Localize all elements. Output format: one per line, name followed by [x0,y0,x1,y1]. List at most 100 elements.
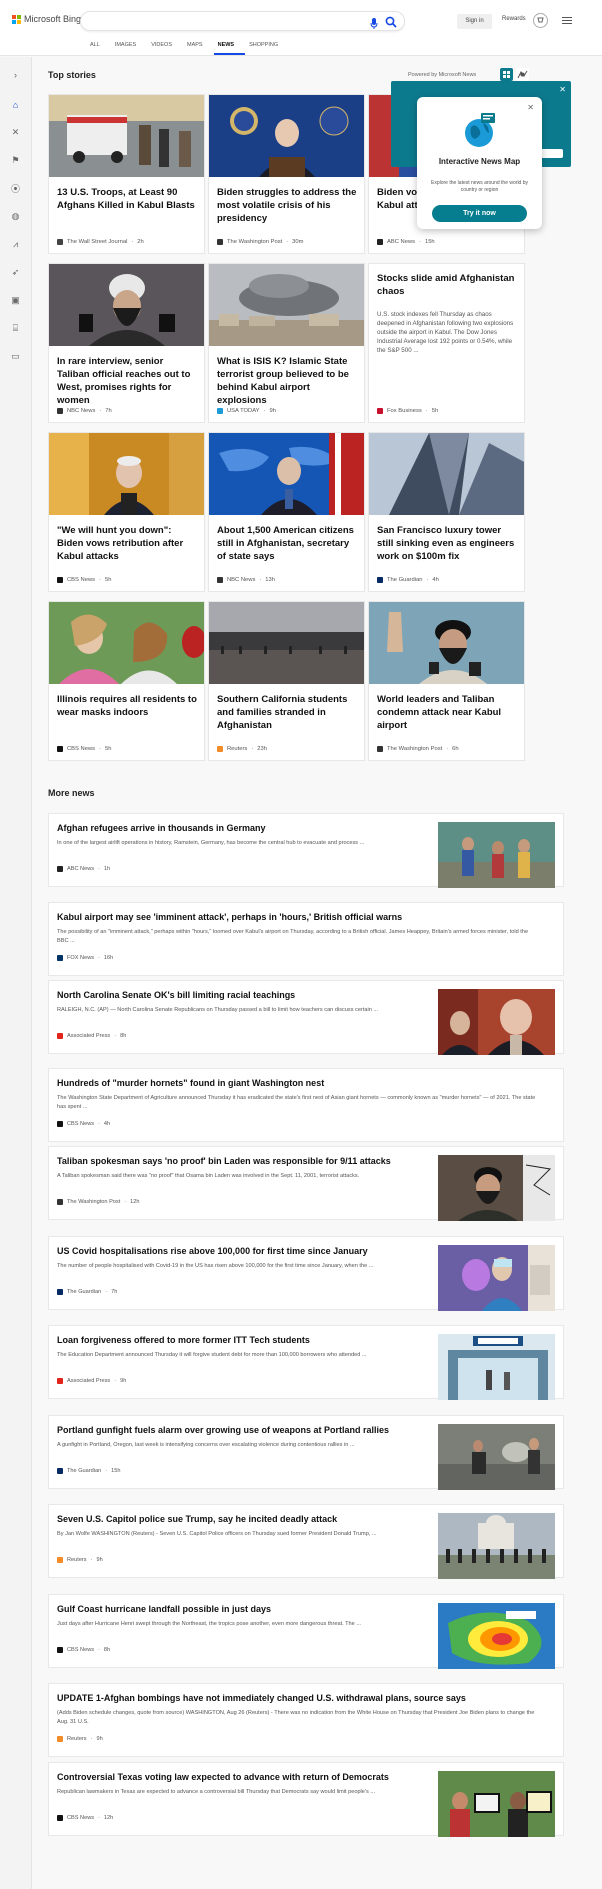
top-story-card[interactable]: "We will hunt you down": Biden vows retr… [48,432,205,592]
story-image[interactable] [49,433,204,515]
more-news-item[interactable]: Loan forgiveness offered to more former … [48,1325,564,1400]
sports-icon[interactable]: ✕ [10,127,21,138]
news-source[interactable]: The Washington Post · 12h [57,1199,140,1205]
sign-in-button[interactable]: Sign in [457,14,492,29]
more-news-item[interactable]: Portland gunfight fuels alarm over growi… [48,1415,564,1490]
news-title[interactable]: Controversial Texas voting law expected … [57,1771,397,1783]
story-title[interactable]: About 1,500 American citizens still in A… [217,524,357,563]
news-source[interactable]: CBS News · 4h [57,1121,110,1127]
news-thumbnail[interactable] [438,822,555,888]
story-title[interactable]: San Francisco luxury tower still sinking… [377,524,517,563]
rocket-icon[interactable]: ➶ [10,267,21,278]
story-source[interactable]: The Washington Post · 6h [377,746,459,752]
search-box[interactable] [80,11,405,31]
bing-logo[interactable]: Microsoft Bing [12,14,81,24]
news-title[interactable]: Loan forgiveness offered to more former … [57,1334,397,1346]
tab-maps[interactable]: MAPS [183,41,214,55]
film-icon[interactable]: ▣ [10,295,21,306]
top-story-card[interactable]: Southern California students and familie… [208,601,365,761]
story-source[interactable]: NBC News · 13h [217,577,275,583]
menu-icon[interactable] [562,17,572,26]
story-source[interactable]: CBS News · 5h [57,746,111,752]
top-story-card[interactable]: Illinois requires all residents to wear … [48,601,205,761]
story-title[interactable]: Stocks slide amid Afghanistan chaos [377,272,517,298]
story-title[interactable]: 13 U.S. Troops, at Least 90 Afghans Kill… [57,186,197,212]
news-thumbnail[interactable] [438,1603,555,1669]
story-title[interactable]: Illinois requires all residents to wear … [57,693,197,719]
tab-videos[interactable]: VIDEOS [147,41,183,55]
microphone-icon[interactable] [370,16,378,34]
news-source[interactable]: Reuters · 9h [57,1557,103,1563]
more-news-item[interactable]: US Covid hospitalisations rise above 100… [48,1236,564,1311]
news-title[interactable]: Hundreds of "murder hornets" found in gi… [57,1077,537,1089]
story-title[interactable]: Biden struggles to address the most vola… [217,186,357,225]
more-news-item[interactable]: North Carolina Senate OK's bill limiting… [48,980,564,1055]
news-title[interactable]: US Covid hospitalisations rise above 100… [57,1245,397,1257]
tab-images[interactable]: IMAGES [111,41,147,55]
story-source[interactable]: ABC News · 15h [377,239,435,245]
story-source[interactable]: The Guardian · 4h [377,577,439,583]
story-image[interactable] [209,433,364,515]
chart-icon[interactable]: ⩘ [10,239,21,250]
top-story-card[interactable]: What is ISIS K? Islamic State terrorist … [208,263,365,423]
news-title[interactable]: Kabul airport may see 'imminent attack',… [57,911,537,923]
news-title[interactable]: Seven U.S. Capitol police sue Trump, say… [57,1513,397,1525]
story-image[interactable] [209,264,364,346]
news-thumbnail[interactable] [438,1334,555,1400]
news-title[interactable]: UPDATE 1-Afghan bombings have not immedi… [57,1692,537,1704]
top-story-card[interactable]: Biden struggles to address the most vola… [208,94,365,254]
story-image[interactable] [369,602,524,684]
story-image[interactable] [49,602,204,684]
story-source[interactable]: USA TODAY · 9h [217,408,276,414]
story-source[interactable]: Reuters · 23h [217,746,267,752]
top-story-card[interactable]: World leaders and Taliban condemn attack… [368,601,525,761]
news-source[interactable]: The Guardian · 15h [57,1468,120,1474]
story-title[interactable]: Southern California students and familie… [217,693,357,732]
news-source[interactable]: CBS News · 12h [57,1815,113,1821]
story-title[interactable]: "We will hunt you down": Biden vows retr… [57,524,197,563]
more-news-item[interactable]: Taliban spokesman says 'no proof' bin La… [48,1146,564,1221]
news-title[interactable]: Gulf Coast hurricane landfall possible i… [57,1603,397,1615]
more-news-item[interactable]: Hundreds of "murder hornets" found in gi… [48,1068,564,1142]
more-news-item[interactable]: Controversial Texas voting law expected … [48,1762,564,1837]
flag-icon[interactable]: ⚑ [10,155,21,166]
story-source[interactable]: The Washington Post · 30m [217,239,303,245]
news-source[interactable]: ABC News · 1h [57,866,110,872]
news-source[interactable]: Associated Press · 9h [57,1378,126,1384]
story-source[interactable]: NBC News · 7h [57,408,112,414]
news-source[interactable]: Associated Press · 8h [57,1033,126,1039]
news-thumbnail[interactable] [438,989,555,1055]
news-thumbnail[interactable] [438,1155,555,1221]
story-source[interactable]: CBS News · 5h [57,577,111,583]
more-news-item[interactable]: Afghan refugees arrive in thousands in G… [48,813,564,888]
card-icon[interactable]: ▭ [10,351,21,362]
location-icon[interactable]: ⦿ [10,183,21,194]
more-news-item[interactable]: UPDATE 1-Afghan bombings have not immedi… [48,1683,564,1757]
globe-icon[interactable]: ◍ [10,211,21,222]
top-story-card[interactable]: 13 U.S. Troops, at Least 90 Afghans Kill… [48,94,205,254]
rewards-icon[interactable] [533,13,548,28]
tab-news[interactable]: NEWS [213,41,246,55]
search-icon[interactable] [385,15,397,33]
more-news-item[interactable]: Seven U.S. Capitol police sue Trump, say… [48,1504,564,1579]
top-story-card[interactable]: San Francisco luxury tower still sinking… [368,432,525,592]
story-source[interactable]: The Wall Street Journal · 2h [57,239,144,245]
story-image[interactable] [209,95,364,177]
news-thumbnail[interactable] [438,1513,555,1579]
news-source[interactable]: FOX News · 16h [57,955,113,961]
map-view-icon[interactable] [516,68,529,81]
top-story-card[interactable]: In rare interview, senior Taliban offici… [48,263,205,423]
news-source[interactable]: CBS News · 8h [57,1647,110,1653]
chevron-right-icon[interactable]: › [10,69,21,80]
news-title[interactable]: Taliban spokesman says 'no proof' bin La… [57,1155,397,1167]
bank-icon[interactable]: ⌸ [10,323,21,334]
news-thumbnail[interactable] [438,1245,555,1311]
story-title[interactable]: World leaders and Taliban condemn attack… [377,693,517,732]
news-thumbnail[interactable] [438,1424,555,1490]
news-title[interactable]: Portland gunfight fuels alarm over growi… [57,1424,397,1436]
story-title[interactable]: What is ISIS K? Islamic State terrorist … [217,355,357,407]
more-news-item[interactable]: Gulf Coast hurricane landfall possible i… [48,1594,564,1669]
grid-view-icon[interactable] [500,68,513,81]
news-title[interactable]: North Carolina Senate OK's bill limiting… [57,989,397,1001]
tab-all[interactable]: ALL [86,41,111,55]
